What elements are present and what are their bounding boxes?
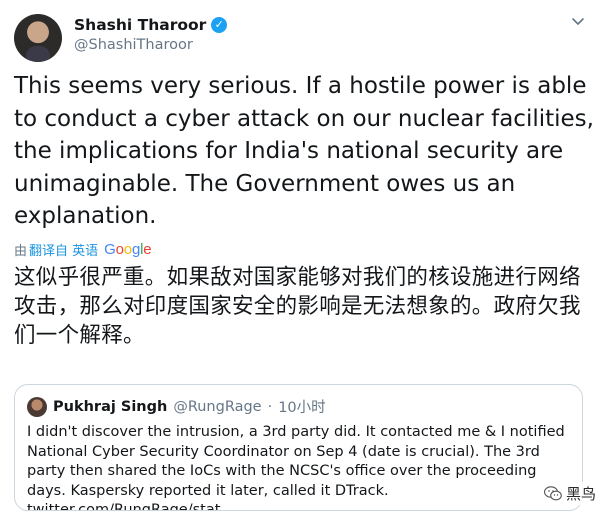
chevron-down-icon[interactable] (571, 14, 585, 28)
tweet-text: This seems very serious. If a hostile po… (14, 73, 594, 229)
quoted-author-handle: @RungRage (173, 398, 262, 415)
quoted-tweet-text: I didn't discover the intrusion, a 3rd p… (27, 424, 565, 511)
author-name[interactable]: Shashi Tharoor (74, 16, 206, 34)
google-logo: Google (104, 241, 152, 258)
quoted-author-name: Pukhraj Singh (53, 398, 168, 415)
translation-prefix: 由 (14, 244, 28, 259)
quoted-tweet-card[interactable]: Pukhraj Singh @RungRage · 10小时 I didn't … (14, 384, 583, 511)
author-block: Shashi Tharoor ✓ @ShashiTharoor (74, 14, 228, 53)
quoted-author-avatar (27, 396, 47, 417)
author-avatar[interactable] (14, 14, 62, 62)
verified-badge-icon: ✓ (211, 17, 228, 33)
quoted-tweet-header: Pukhraj Singh @RungRage · 10小时 (27, 396, 326, 417)
author-handle[interactable]: @ShashiTharoor (74, 37, 227, 53)
watermark: 黑鸟 (540, 482, 599, 505)
translation-link[interactable]: 翻译自 英语 (29, 240, 98, 259)
translation-attribution: 由 翻译自 英语 Google (14, 240, 152, 259)
quoted-separator: · (267, 398, 273, 415)
watermark-text: 黑鸟 (565, 485, 596, 503)
author-name-row: Shashi Tharoor ✓ (74, 14, 228, 36)
translated-text: 这似乎很严重。如果敌对国家能够对我们的核设施进行网络攻击，那么对印度国家安全的影… (14, 265, 581, 348)
wechat-icon (543, 486, 562, 501)
quoted-timestamp: 10小时 (278, 400, 326, 416)
